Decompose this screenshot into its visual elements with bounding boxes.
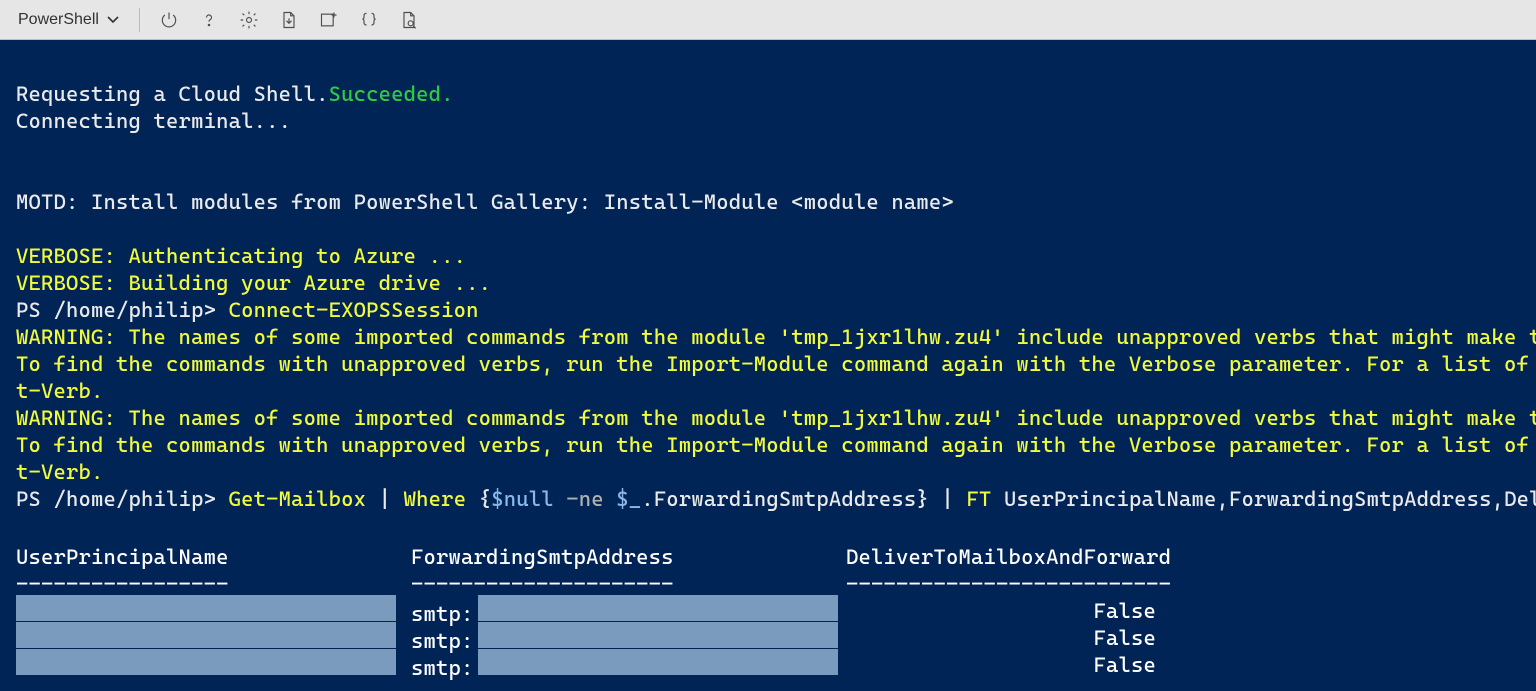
output-table: UserPrincipalName ForwardingSmtpAddress … bbox=[0, 544, 1536, 679]
dash-3: -------------------------- bbox=[846, 571, 1171, 598]
question-icon bbox=[199, 10, 219, 30]
prompt-2: PS /home/philip> bbox=[16, 487, 229, 511]
pipeline-var: $_ bbox=[616, 487, 641, 511]
gear-icon bbox=[239, 10, 259, 30]
cmd-ft: FT bbox=[966, 487, 991, 511]
chevron-down-icon bbox=[107, 14, 119, 26]
new-tab-icon bbox=[319, 10, 339, 30]
prompt-1: PS /home/philip> bbox=[16, 298, 229, 322]
brace-open: { bbox=[466, 487, 491, 511]
dash-2: --------------------- bbox=[411, 571, 674, 598]
redacted-smtp bbox=[478, 622, 838, 648]
redacted-upn bbox=[16, 595, 396, 621]
verbose-drive: VERBOSE: Building your Azure drive ... bbox=[16, 271, 491, 295]
file-download-icon bbox=[279, 10, 299, 30]
new-session-button[interactable] bbox=[312, 3, 346, 37]
redacted-smtp bbox=[478, 595, 838, 621]
table-row: smtp: False bbox=[16, 652, 1536, 679]
prop-close: .ForwardingSmtpAddress} | bbox=[641, 487, 966, 511]
editor-button[interactable] bbox=[352, 3, 386, 37]
braces-icon bbox=[359, 10, 379, 30]
table-row: smtp: False bbox=[16, 625, 1536, 652]
upload-download-button[interactable] bbox=[272, 3, 306, 37]
shell-selector[interactable]: PowerShell bbox=[10, 7, 127, 33]
help-button[interactable] bbox=[192, 3, 226, 37]
deliver-value: False bbox=[846, 625, 1166, 652]
ne-op: -ne bbox=[554, 487, 617, 511]
redacted-upn bbox=[16, 622, 396, 648]
line-requesting: Requesting a Cloud Shell. bbox=[16, 82, 329, 106]
preview-button[interactable] bbox=[392, 3, 426, 37]
restart-button[interactable] bbox=[152, 3, 186, 37]
line-connecting: Connecting terminal... bbox=[16, 109, 291, 133]
redacted-upn bbox=[16, 649, 396, 675]
col-header-fwd: ForwardingSmtpAddress bbox=[411, 544, 846, 571]
settings-button[interactable] bbox=[232, 3, 266, 37]
deliver-value: False bbox=[846, 598, 1166, 625]
null-token: $null bbox=[491, 487, 554, 511]
status-succeeded: Succeeded. bbox=[329, 82, 454, 106]
toolbar-divider bbox=[139, 8, 140, 32]
cloud-shell-toolbar: PowerShell bbox=[0, 0, 1536, 40]
ft-cols: UserPrincipalName,ForwardingSmtpAddress,… bbox=[991, 487, 1536, 511]
verbose-auth: VERBOSE: Authenticating to Azure ... bbox=[16, 244, 466, 268]
warning-2b: To find the commands with unapproved ver… bbox=[16, 433, 1536, 457]
col-header-deliver: DeliverToMailboxAndForward bbox=[846, 544, 1536, 571]
smtp-prefix: smtp: bbox=[411, 656, 474, 680]
warning-1a: WARNING: The names of some imported comm… bbox=[16, 325, 1536, 349]
warning-1c: t-Verb. bbox=[16, 379, 104, 403]
cmd-getmailbox: Get-Mailbox bbox=[229, 487, 367, 511]
table-dash-row: ----------------- --------------------- … bbox=[16, 571, 1536, 598]
cmd-connect: Connect-EXOPSSession bbox=[229, 298, 479, 322]
shell-selector-label: PowerShell bbox=[18, 11, 99, 29]
table-header-row: UserPrincipalName ForwardingSmtpAddress … bbox=[16, 544, 1536, 571]
power-icon bbox=[159, 10, 179, 30]
motd-line: MOTD: Install modules from PowerShell Ga… bbox=[16, 190, 954, 214]
col-header-upn: UserPrincipalName bbox=[16, 544, 411, 571]
redacted-smtp bbox=[478, 649, 838, 675]
warning-2a: WARNING: The names of some imported comm… bbox=[16, 406, 1536, 430]
dash-1: ----------------- bbox=[16, 571, 229, 598]
warning-2c: t-Verb. bbox=[16, 460, 104, 484]
pipe1: | bbox=[366, 487, 404, 511]
file-search-icon bbox=[399, 10, 419, 30]
warning-1b: To find the commands with unapproved ver… bbox=[16, 352, 1536, 376]
deliver-value: False bbox=[846, 652, 1166, 679]
cmd-where: Where bbox=[404, 487, 467, 511]
terminal-pane[interactable]: Requesting a Cloud Shell.Succeeded. Conn… bbox=[0, 40, 1536, 540]
table-row: smtp: False bbox=[16, 598, 1536, 625]
